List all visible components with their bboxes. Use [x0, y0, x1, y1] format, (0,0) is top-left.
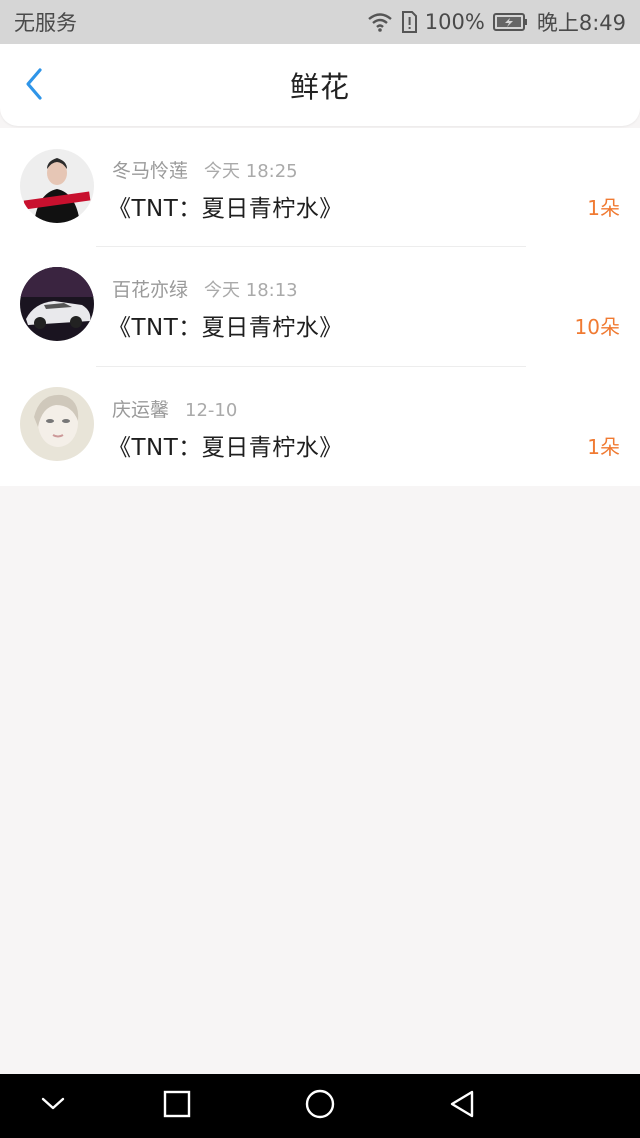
sim-alert-icon	[401, 11, 417, 33]
flower-count: 1朵	[587, 196, 620, 220]
back-button[interactable]	[16, 68, 52, 104]
sender-name: 百花亦绿	[112, 279, 189, 302]
book-title: 《TNT：夏日青柠水》	[108, 315, 343, 342]
status-right: 100% 晚上8:49	[367, 7, 626, 37]
nav-bar	[0, 1074, 640, 1138]
carrier-label: 无服务	[14, 11, 77, 35]
back-nav-button[interactable]	[422, 1074, 502, 1138]
list-item[interactable]: 百花亦绿 今天 18:13 《TNT：夏日青柠水》 10朵	[0, 247, 640, 367]
item-meta: 庆运馨 12-10	[112, 395, 237, 422]
sent-time: 今天 18:25	[204, 161, 298, 182]
header: 鲜花	[0, 44, 640, 126]
recent-apps-button[interactable]	[137, 1074, 217, 1138]
sent-time: 12-10	[185, 399, 238, 421]
home-button[interactable]	[280, 1074, 360, 1138]
page-title: 鲜花	[289, 70, 350, 104]
chevron-left-icon	[23, 67, 45, 105]
battery-percent: 100%	[424, 10, 485, 34]
avatar	[20, 386, 94, 461]
item-meta: 冬马怜莲 今天 18:25	[112, 156, 298, 183]
collapse-icon	[40, 1096, 66, 1116]
screen: 无服务 100% 晚上8:49 鲜花 冬马怜莲 今天 18:25 《TNT：夏日…	[0, 0, 640, 1138]
flower-count: 10朵	[574, 315, 620, 340]
sender-name: 冬马怜莲	[112, 160, 189, 182]
wifi-icon	[367, 12, 393, 32]
list-item[interactable]: 庆运馨 12-10 《TNT：夏日青柠水》 1朵	[0, 367, 640, 486]
back-triangle-icon	[448, 1089, 476, 1123]
sent-time: 今天 18:13	[204, 280, 298, 302]
book-title: 《TNT：夏日青柠水》	[108, 434, 343, 461]
item-meta: 百花亦绿 今天 18:13	[112, 275, 298, 302]
home-icon	[304, 1088, 336, 1124]
sender-name: 庆运馨	[112, 398, 170, 421]
book-title: 《TNT：夏日青柠水》	[108, 196, 343, 222]
collapse-button[interactable]	[13, 1074, 93, 1138]
avatar	[20, 267, 94, 342]
flower-list: 冬马怜莲 今天 18:25 《TNT：夏日青柠水》 1朵 百花亦绿 今天 18:…	[0, 128, 640, 486]
clock: 晚上8:49	[536, 11, 626, 35]
list-item[interactable]: 冬马怜莲 今天 18:25 《TNT：夏日青柠水》 1朵	[0, 128, 640, 248]
avatar	[20, 149, 94, 223]
battery-icon	[492, 12, 529, 32]
recent-apps-icon	[163, 1090, 191, 1122]
status-bar: 无服务 100% 晚上8:49	[0, 0, 640, 44]
flower-count: 1朵	[587, 434, 620, 459]
